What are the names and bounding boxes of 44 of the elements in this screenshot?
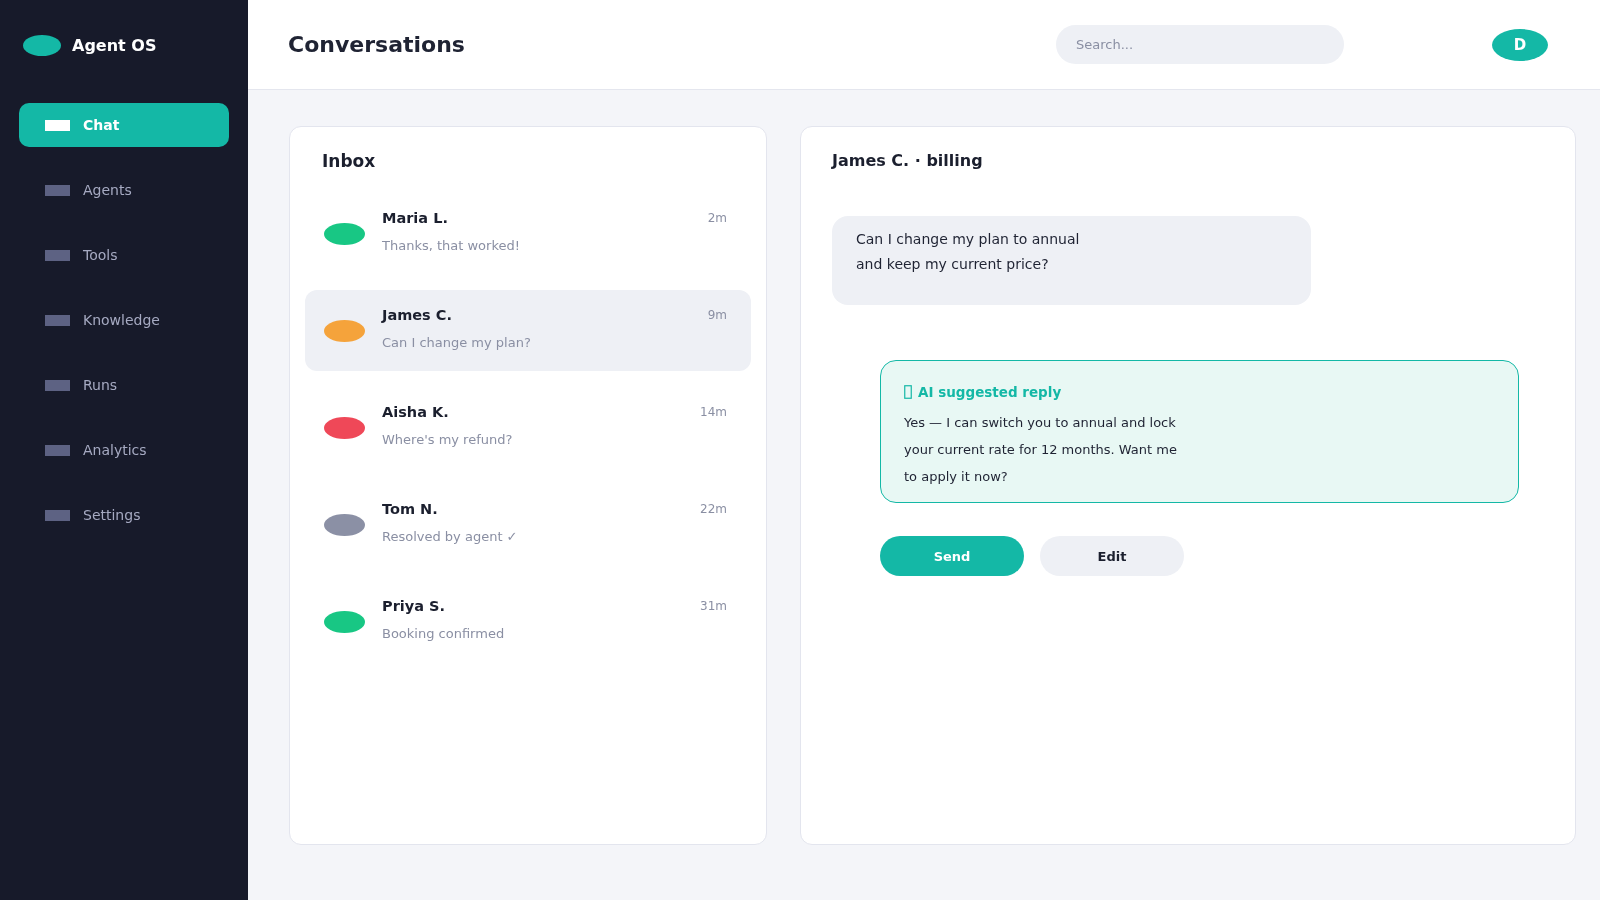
message-bubble: Can I change my plan to annual and keep my current price? [832, 216, 1311, 305]
message-preview: Thanks, that worked! [382, 237, 520, 255]
conversation-row[interactable]: Aisha K. 14m Where's my refund? [305, 387, 751, 468]
bar-icon [45, 249, 70, 261]
contact-name: James C. [382, 306, 452, 325]
nav-item[interactable]: Runs [19, 363, 229, 407]
conversation-row[interactable]: Tom N. 22m Resolved by agent ✓ [305, 484, 751, 565]
message-time: 31m [700, 599, 727, 613]
bar-icon [45, 119, 70, 131]
suggested-reply-text: Yes — I can switch you to annual and lock your current rate for 12 months. Want me to apply it now? [904, 414, 1177, 486]
conversation-row[interactable]: Maria L. 2m Thanks, that worked! [305, 193, 751, 274]
contact-name: Priya S. [382, 597, 445, 616]
conversation-row[interactable]: James C. 9m Can I change my plan? [305, 290, 751, 371]
nav-item[interactable]: Settings [19, 493, 229, 537]
bar-icon [45, 379, 70, 391]
message-time: 9m [707, 308, 727, 322]
nav-item[interactable]: Knowledge [19, 298, 229, 342]
brand-name: Agent OS [72, 35, 157, 55]
contact-name: Tom N. [382, 500, 438, 519]
contact-name: Aisha K. [382, 403, 449, 422]
nav-item[interactable]: Tools [19, 233, 229, 277]
rectangle-outline-icon [904, 385, 912, 399]
message-preview: Where's my refund? [382, 431, 513, 449]
message-time: 22m [700, 502, 727, 516]
nav-item[interactable]: Agents [19, 168, 229, 212]
panel-title: James C. · billing [832, 151, 983, 171]
bar-icon [45, 509, 70, 521]
panel-title: Inbox [321, 151, 376, 171]
edit-button[interactable]: Edit [1040, 536, 1184, 576]
message-time: 14m [700, 405, 727, 419]
conversation-row[interactable]: Priya S. 31m Booking confirmed [305, 581, 751, 662]
logo-icon [23, 34, 61, 56]
page-title: Conversations [288, 32, 465, 57]
nav-item[interactable]: Analytics [19, 428, 229, 472]
message-preview: Resolved by agent ✓ [382, 528, 518, 546]
bar-icon [45, 444, 70, 456]
contact-name: Maria L. [382, 209, 448, 228]
message-preview: Can I change my plan? [382, 334, 531, 352]
suggestion-label: AI suggested reply [918, 384, 1062, 400]
message-preview: Booking confirmed [382, 625, 505, 643]
message-time: 2m [707, 211, 727, 225]
bar-icon [45, 184, 70, 196]
bar-icon [45, 314, 70, 326]
search-field[interactable]: Search... [1056, 25, 1344, 64]
